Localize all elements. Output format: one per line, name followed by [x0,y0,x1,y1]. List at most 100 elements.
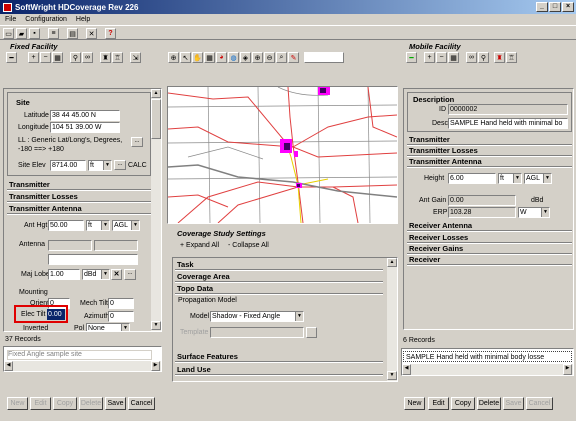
coverage-scrollbar[interactable]: ▲ ▼ [387,258,397,381]
receiver-antenna-section[interactable]: Receiver Antenna [407,221,572,231]
globe-icon[interactable]: ◍ [228,52,239,63]
fixed-save-button[interactable]: Save [105,397,126,410]
maj-lobe-unit-select[interactable]: dBd ▼ [82,269,110,280]
single-mobile-icon[interactable]: ━ [406,52,417,63]
pie-chart-icon[interactable]: ◕ [216,52,227,63]
receiver-gains-section[interactable]: Receiver Gains [407,244,572,254]
mobile-records-list[interactable]: SAMPLE Hand held with minimal body losse… [401,348,574,376]
mobile-transmitter-antenna-section[interactable]: Transmitter Antenna [407,157,572,167]
maximize-button[interactable]: □ [549,2,561,12]
collapse-all-link[interactable]: - Collapse All [228,242,269,249]
clear-x-button[interactable]: ✕ [111,269,122,280]
calc-button[interactable]: CALC [128,162,147,169]
scroll-up-icon[interactable]: ▲ [387,258,397,267]
site-elev-unit-select[interactable]: ft ▼ [88,160,112,171]
template-field[interactable] [210,327,304,338]
export-icon[interactable]: ⇲ [130,52,141,63]
menu-help[interactable]: Help [76,14,90,25]
paint-icon[interactable]: ✎ [288,52,299,63]
ll-browse-button[interactable]: ... [131,137,143,147]
ant-gain-field[interactable]: 0.00 [448,195,516,206]
height-field[interactable]: 6.00 [448,173,496,184]
pointer-icon[interactable]: ↖ [180,52,191,63]
mobile-selected-record[interactable]: SAMPLE Hand held with minimal body losse [403,351,572,362]
scroll-down-icon[interactable]: ▼ [151,321,161,330]
mobile-delete-button[interactable]: Delete [477,397,501,410]
map-blank-field[interactable] [304,52,344,63]
mobile-transmitter-losses-section[interactable]: Transmitter Losses [407,146,572,156]
maj-lobe-field[interactable]: 1.00 [48,269,80,280]
surface-features-section[interactable]: Surface Features [175,352,383,362]
map-view[interactable] [167,86,398,224]
pan-hand-icon[interactable]: ✋ [192,52,203,63]
template-browse-button[interactable] [306,327,317,338]
grid-map-icon[interactable]: ▦ [204,52,215,63]
find-icon[interactable]: ⚲ [478,52,489,63]
height-ref-select[interactable]: AGL ▼ [524,173,552,184]
layers-icon[interactable]: ◈ [240,52,251,63]
new-file-icon[interactable]: ▭ [3,28,14,39]
remove-icon[interactable]: − [40,52,51,63]
ant-hgt-unit-select[interactable]: ft ▼ [86,220,110,231]
minimize-button[interactable]: _ [536,2,548,12]
mech-tilt-field[interactable]: 0 [108,298,134,309]
mobile-edit-button[interactable]: Edit [428,397,449,410]
latitude-field[interactable]: 38 44 45.00 N [50,110,120,121]
erp-field[interactable]: 103.28 [448,207,516,218]
fixed-selected-record[interactable]: Fixed Angle sample site [7,350,152,360]
elec-tilt-field[interactable]: 0.00 [47,309,65,320]
mobile-copy-button[interactable]: Copy [451,397,475,410]
desc-field[interactable]: SAMPLE Hand held with minimal bo [448,118,568,129]
menu-file[interactable]: File [5,14,16,25]
scroll-up-icon[interactable]: ▲ [151,89,161,98]
transmitter-antenna-section[interactable]: Transmitter Antenna [7,204,152,214]
remove-icon[interactable]: − [436,52,447,63]
elev-browse-button[interactable]: ... [114,160,126,170]
azimuth-field[interactable]: 0 [108,311,134,322]
pol-select[interactable]: None ▼ [86,323,130,331]
binoculars-icon[interactable]: ∞ [82,52,93,63]
mobile-list-hscroll[interactable]: ◀ ▶ [402,364,573,375]
model-select[interactable]: Shadow - Fixed Angle ▼ [210,311,304,322]
mobile-transmitter-section[interactable]: Transmitter [407,135,572,145]
tower-icon[interactable]: ♜ [494,52,505,63]
help-icon[interactable]: ? [105,28,116,39]
mobile-save-button[interactable]: Save [503,397,524,410]
antenna-desc-field[interactable] [48,254,138,265]
edit-list-icon[interactable]: ≡ [48,28,59,39]
binoculars-icon[interactable]: ∞ [466,52,477,63]
mobile-cancel-button[interactable]: Cancel [526,397,553,410]
menu-configuration[interactable]: Configuration [25,14,67,25]
topo-data-section[interactable]: Topo Data [175,284,383,294]
add-icon[interactable]: + [424,52,435,63]
task-section[interactable]: Task [175,260,383,270]
zoom-window-icon[interactable]: ⌕ [276,52,287,63]
antenna-browse-button[interactable]: ... [124,269,136,280]
receiver-losses-section[interactable]: Receiver Losses [407,233,572,243]
scroll-right-icon[interactable]: ▶ [151,361,160,371]
fixed-new-button[interactable]: New [7,397,28,410]
fixed-edit-button[interactable]: Edit [30,397,51,410]
zoom-in-icon[interactable]: ⊕ [252,52,263,63]
longitude-field[interactable]: 104 51 39.00 W [50,122,120,133]
fixed-delete-button[interactable]: Delete [79,397,103,410]
fixed-records-list[interactable]: Fixed Angle sample site ◀ ▶ [3,346,162,372]
find-icon[interactable]: ⚲ [70,52,81,63]
delete-x-icon[interactable]: ✕ [86,28,97,39]
height-unit-select[interactable]: ft ▼ [498,173,522,184]
id-field[interactable]: 0000002 [448,104,568,115]
tower-icon[interactable]: ♜ [100,52,111,63]
transmitter-section[interactable]: Transmitter [7,180,152,190]
grid-icon[interactable]: ▦ [52,52,63,63]
fixed-list-hscroll[interactable]: ◀ ▶ [4,361,161,371]
ant-hgt-ref-select[interactable]: AGL ▼ [112,220,140,231]
antenna-field-2[interactable] [94,240,138,251]
tower-list-icon[interactable]: ♖ [506,52,517,63]
receiver-section[interactable]: Receiver [407,255,572,265]
zoom-extent-icon[interactable]: ⊕ [168,52,179,63]
tower-list-icon[interactable]: ♖ [112,52,123,63]
erp-unit-select[interactable]: W ▼ [518,207,550,218]
add-icon[interactable]: + [28,52,39,63]
mobile-new-button[interactable]: New [404,397,425,410]
fixed-copy-button[interactable]: Copy [53,397,77,410]
